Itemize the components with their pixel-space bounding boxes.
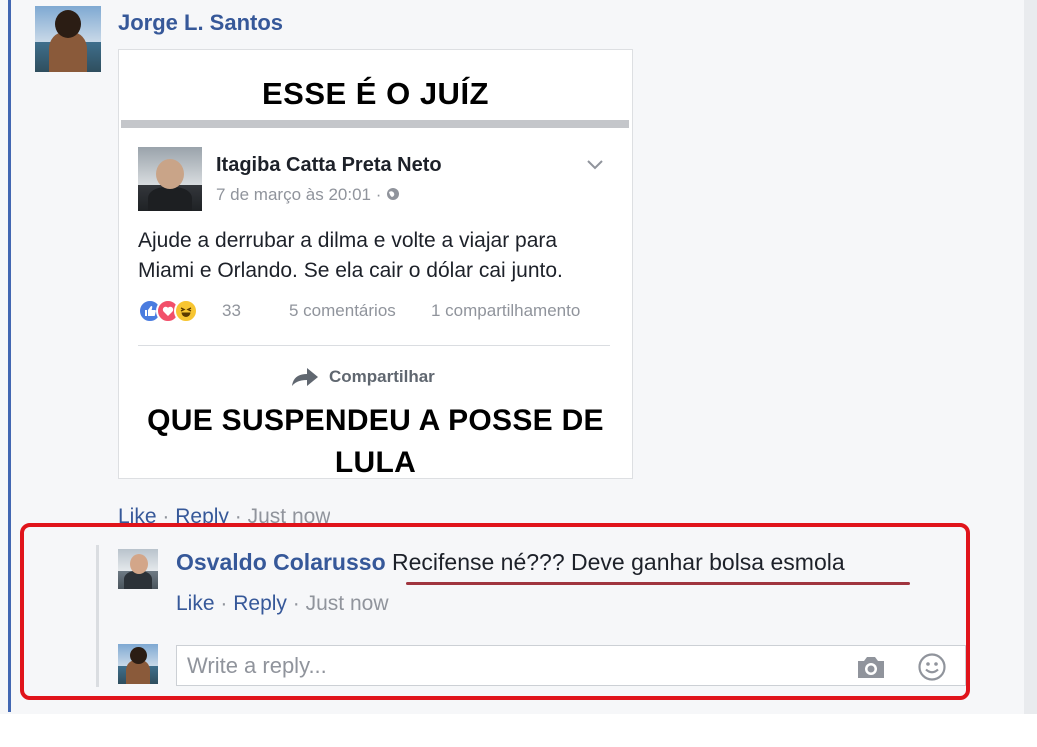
image-divider xyxy=(121,120,629,128)
inner-share-label: Compartilhar xyxy=(329,367,435,386)
inner-share-button: Compartilhar xyxy=(291,366,435,388)
reply-reply-link[interactable]: Reply xyxy=(233,592,287,615)
scrollbar-track[interactable] xyxy=(1024,0,1037,747)
reply-author-name[interactable]: Osvaldo Colarusso xyxy=(176,549,386,575)
highlight-underline xyxy=(406,582,910,585)
globe-icon xyxy=(387,188,400,200)
image-title-top: ESSE É O JUÍZ xyxy=(261,76,489,111)
separator: · xyxy=(292,592,300,615)
inner-divider xyxy=(138,345,610,346)
reply-thread-line xyxy=(96,545,99,687)
inner-post-text: Ajude a derrubar a dilma e volte a viaja… xyxy=(138,229,563,282)
inner-post-meta: 7 de março às 20:01 · xyxy=(216,185,400,205)
inner-author-avatar xyxy=(138,147,202,211)
share-arrow-icon xyxy=(292,368,318,386)
inner-shares-count: 1 compartilhamento xyxy=(431,301,581,320)
smiley-icon[interactable] xyxy=(917,652,947,682)
haha-reaction-icon xyxy=(174,299,198,323)
separator: · xyxy=(220,592,228,615)
reply-timestamp[interactable]: Just now xyxy=(306,592,389,615)
reply-comment: Osvaldo Colarusso Recifense né??? Deve g… xyxy=(176,549,845,576)
reaction-count: 33 xyxy=(222,301,241,320)
reaction-icons xyxy=(138,299,198,323)
reply-input[interactable] xyxy=(187,651,837,681)
chevron-down-icon xyxy=(587,160,603,170)
image-title-bottom: QUE SUSPENDEU A POSSE DE LULA xyxy=(147,404,604,479)
page-bottom xyxy=(0,714,1037,747)
author-avatar[interactable] xyxy=(35,6,101,72)
comment-feed: Jorge L. Santos ESSE É O JUÍZ Itagiba Ca… xyxy=(0,0,1037,747)
attached-image[interactable]: ESSE É O JUÍZ Itagiba Catta Preta Neto 7… xyxy=(118,49,633,479)
reply-text: Recifense né??? Deve ganhar bolsa esmola xyxy=(392,549,845,575)
reply-author-avatar[interactable] xyxy=(118,549,158,589)
reply-thread: Osvaldo Colarusso Recifense né??? Deve g… xyxy=(20,523,970,700)
inner-author-name: Itagiba Catta Preta Neto xyxy=(216,154,442,176)
inner-post-timestamp: 7 de março às 20:01 · xyxy=(216,185,387,204)
reply-composer[interactable] xyxy=(176,645,966,686)
current-user-avatar xyxy=(118,644,158,684)
thread-accent-bar xyxy=(8,0,11,712)
reply-actions: Like · Reply · Just now xyxy=(176,592,388,616)
inner-comments-count: 5 comentários xyxy=(289,301,396,320)
author-name[interactable]: Jorge L. Santos xyxy=(118,10,283,36)
camera-icon[interactable] xyxy=(855,654,887,680)
reply-like-link[interactable]: Like xyxy=(176,592,215,615)
